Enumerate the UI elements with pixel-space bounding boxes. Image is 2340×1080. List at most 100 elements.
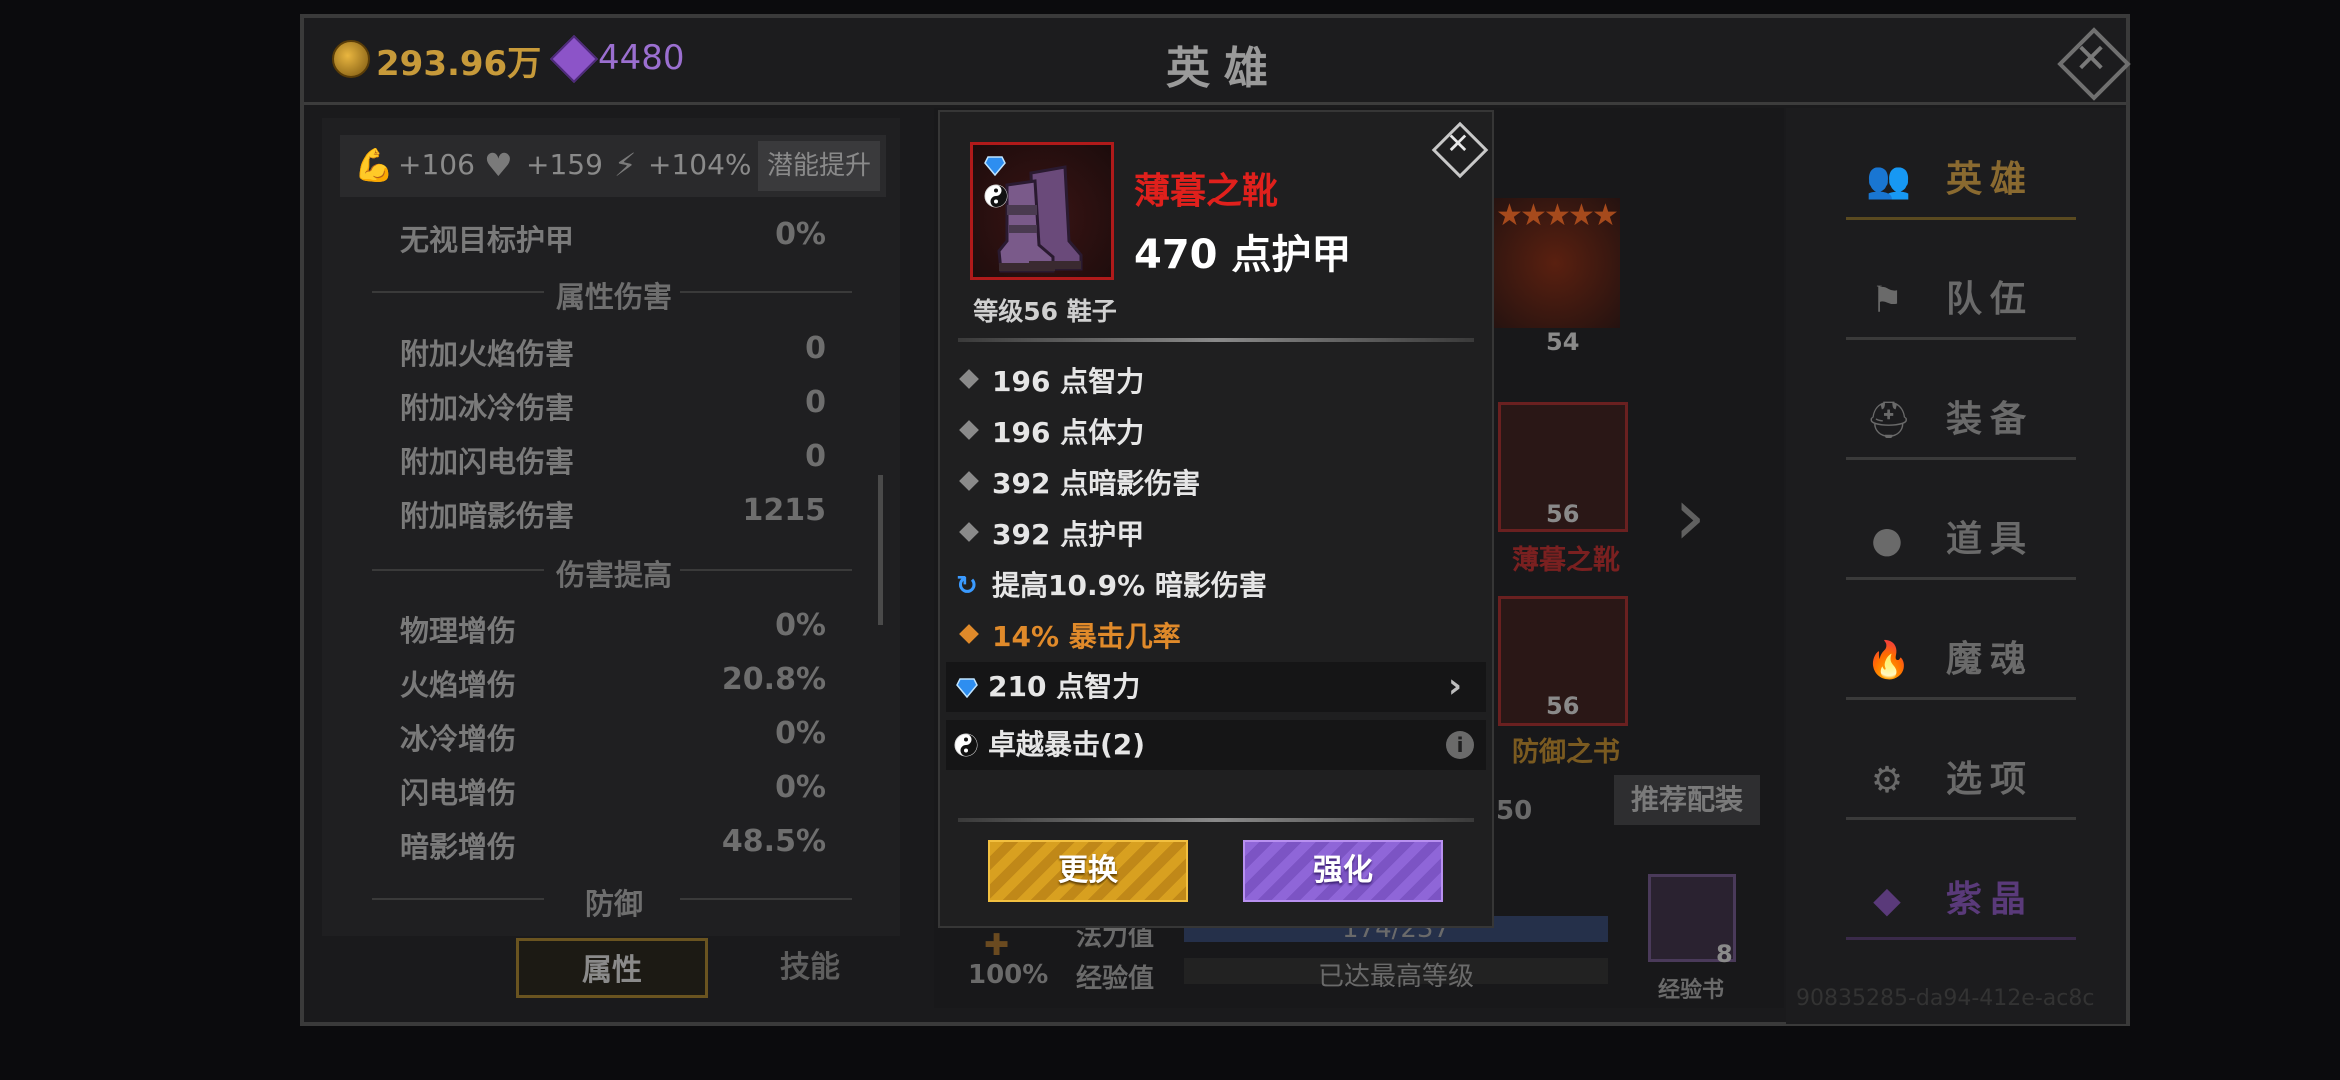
attr-row: ↻ 提高10.9% 暗影伤害 — [952, 562, 1482, 610]
potential-upgrade-button[interactable]: 潜能提升 — [758, 141, 880, 191]
slot-level: 56 — [1546, 500, 1580, 528]
stat-value: 0% — [775, 608, 826, 643]
section-divider — [680, 569, 852, 571]
stat-name: 火焰增伤 — [400, 668, 517, 702]
stat-name: 附加闪电伤害 — [400, 445, 575, 479]
menu-divider — [1846, 457, 2076, 460]
popup-divider — [958, 338, 1474, 342]
tab-attributes[interactable]: 属性 — [516, 938, 708, 998]
diamond-bullet-icon — [959, 471, 979, 491]
next-arrow-icon[interactable]: › — [1674, 470, 1706, 563]
stat-name: 附加火焰伤害 — [400, 337, 575, 371]
menu-item-hero[interactable]: 👥 英雄 — [1846, 148, 2076, 220]
heart-icon: ♥ — [484, 146, 513, 184]
exp-book-count: 8 — [1716, 940, 1733, 968]
gem-socket-row[interactable]: 210 点智力 › — [946, 662, 1486, 712]
bag-icon: ● — [1871, 520, 1903, 561]
attr-text: 提高10.9% 暗影伤害 — [992, 569, 1267, 602]
stat-value: 0 — [805, 331, 826, 366]
stat-name: 物理增伤 — [400, 614, 517, 648]
menu-item-team[interactable]: ⚑ 队伍 — [1846, 268, 2076, 340]
section-title-defense: 防御 — [584, 887, 643, 921]
stat-value: 0% — [775, 716, 826, 751]
stat-value: 0% — [775, 770, 826, 805]
set-bonus-row[interactable]: 卓越暴击(2) i — [946, 720, 1486, 770]
refresh-icon: ↻ — [956, 571, 978, 601]
slot-item-name: 防御之书 — [1512, 737, 1620, 768]
attr-row: 196 点智力 — [952, 358, 1482, 406]
helmet-icon: ⛑ — [1866, 400, 1912, 441]
yin-yang-icon — [984, 184, 1008, 208]
stat-name: 冰冷增伤 — [400, 722, 517, 756]
popup-divider — [958, 818, 1474, 822]
slot-level: 56 — [1546, 692, 1580, 720]
hero-level: 54 — [1546, 328, 1580, 356]
menu-label: 英雄 — [1946, 159, 2035, 200]
stat-name: 附加暗影伤害 — [400, 499, 575, 533]
diamond-bullet-icon — [959, 522, 979, 542]
flame-icon: 🔥 — [1866, 640, 1911, 681]
star-icon: ★ — [1544, 198, 1571, 233]
stat-value: 0 — [805, 385, 826, 420]
attr-row: 392 点护甲 — [952, 511, 1482, 559]
menu-divider — [1846, 217, 2076, 220]
menu-item-amethyst[interactable]: ◆ 紫晶 — [1846, 868, 2076, 940]
percent-value: 100% — [968, 960, 1049, 990]
star-icon: ★ — [1592, 198, 1619, 233]
stats-scrollbar[interactable] — [878, 475, 883, 625]
menu-divider — [1846, 577, 2076, 580]
recommend-loadout-button[interactable]: 推荐配装 — [1614, 775, 1760, 825]
blue-gem-icon — [956, 676, 978, 699]
menu-item-souls[interactable]: 🔥 魔魂 — [1846, 628, 2076, 700]
popup-close-button[interactable]: ✕ — [1428, 118, 1489, 179]
replace-button[interactable]: 更换 — [988, 840, 1188, 902]
item-level-type: 等级56 鞋子 — [973, 297, 1117, 326]
energy-bonus: +104% — [648, 148, 752, 181]
exp-book-label: 经验书 — [1658, 978, 1725, 1003]
item-name: 薄暮之靴 — [1134, 171, 1279, 212]
section-divider — [680, 898, 852, 900]
close-icon: ✕ — [1446, 127, 1470, 160]
health-bonus: +159 — [526, 148, 603, 181]
close-window-button[interactable]: ✕ — [2057, 27, 2131, 101]
attr-text: 196 点体力 — [992, 416, 1145, 449]
attr-text: 196 点智力 — [992, 365, 1145, 398]
section-title-elemental: 属性伤害 — [555, 280, 672, 314]
tab-skills[interactable]: 技能 — [720, 938, 900, 998]
menu-label: 紫晶 — [1946, 879, 2035, 920]
stat-name: 闪电增伤 — [400, 776, 517, 810]
stat-value: 0% — [775, 217, 826, 252]
attr-row-legendary: 14% 暴击几率 — [952, 613, 1482, 661]
bar-value: 已达最高等级 — [1317, 962, 1474, 992]
set-text: 卓越暴击(2) — [988, 728, 1146, 761]
yin-yang-icon — [954, 733, 978, 757]
star-icon: ★ — [1496, 198, 1523, 233]
crystal-icon: ◆ — [1873, 880, 1901, 921]
close-icon: ✕ — [2074, 36, 2108, 82]
chevron-right-icon: › — [1448, 666, 1463, 706]
menu-divider — [1846, 337, 2076, 340]
section-divider — [680, 291, 852, 293]
gem-text: 210 点智力 — [988, 670, 1141, 703]
menu-item-items[interactable]: ● 道具 — [1846, 508, 2076, 580]
lightning-icon: ⚡ — [614, 146, 637, 184]
stat-value: 0 — [805, 439, 826, 474]
section-title-damage-up: 伤害提高 — [555, 558, 672, 592]
bar-label: 经验值 — [1076, 964, 1155, 994]
users-icon: 👥 — [1866, 160, 1911, 201]
diamond-bullet-icon — [959, 420, 979, 440]
menu-divider — [1846, 697, 2076, 700]
info-icon[interactable]: i — [1446, 731, 1474, 759]
menu-label: 魔魂 — [1946, 639, 2035, 680]
diamond-bullet-icon — [959, 369, 979, 389]
attr-text: 392 点暗影伤害 — [992, 467, 1201, 500]
menu-label: 队伍 — [1946, 279, 2035, 320]
attr-row: 196 点体力 — [952, 409, 1482, 457]
menu-item-equipment[interactable]: ⛑ 装备 — [1846, 388, 2076, 460]
enhance-button[interactable]: 强化 — [1243, 840, 1443, 902]
menu-item-options[interactable]: ⚙ 选项 — [1846, 748, 2076, 820]
attr-text: 392 点护甲 — [992, 518, 1145, 551]
stat-name: 无视目标护甲 — [400, 223, 575, 257]
attr-text: 14% 暴击几率 — [992, 620, 1181, 653]
stat-value: 48.5% — [721, 824, 826, 859]
